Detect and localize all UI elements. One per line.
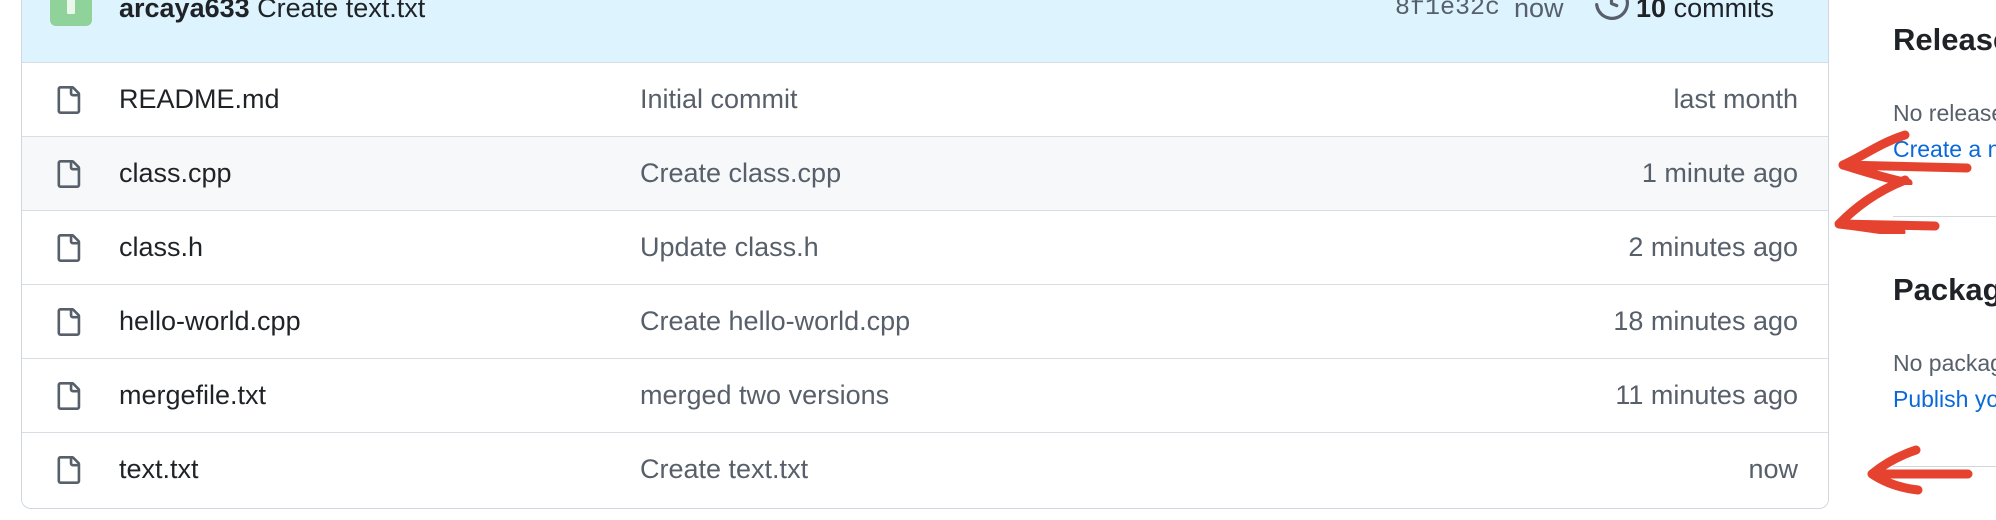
- file-icon: [57, 308, 81, 336]
- commit-author[interactable]: arcaya633: [119, 0, 250, 23]
- file-icon: [57, 382, 81, 410]
- file-commit-message[interactable]: merged two versions: [640, 359, 889, 431]
- packages-heading[interactable]: Packages: [1893, 272, 1996, 308]
- commits-link[interactable]: 10 commits: [1636, 0, 1775, 23]
- commit-message[interactable]: Create text.txt: [257, 0, 425, 23]
- repo-sidebar: Releases No releases published Create a …: [1893, 0, 1996, 520]
- file-age: 11 minutes ago: [1615, 380, 1798, 410]
- latest-commit-bar: arcaya633 Create text.txt 8f1e32c now 10…: [22, 0, 1828, 63]
- file-name[interactable]: mergefile.txt: [119, 359, 266, 431]
- releases-empty-text: No releases published: [1893, 100, 1996, 126]
- commits-label[interactable]: commits: [1674, 0, 1775, 23]
- file-name[interactable]: README.md: [119, 63, 280, 135]
- file-commit-message[interactable]: Create class.cpp: [640, 137, 841, 209]
- file-age: 1 minute ago: [1641, 158, 1798, 188]
- author-avatar[interactable]: [50, 0, 92, 26]
- file-age: last month: [1673, 84, 1798, 114]
- file-name[interactable]: class.cpp: [119, 137, 232, 209]
- file-name[interactable]: text.txt: [119, 433, 199, 505]
- commit-time: now: [1514, 0, 1564, 23]
- file-list: arcaya633 Create text.txt 8f1e32c now 10…: [21, 0, 1829, 509]
- file-age: 18 minutes ago: [1613, 306, 1798, 336]
- publish-package-link[interactable]: Publish your first package: [1893, 386, 1996, 413]
- file-name[interactable]: hello-world.cpp: [119, 285, 301, 357]
- red-arrow-icon: [1834, 175, 1940, 234]
- history-icon[interactable]: [1595, 0, 1629, 20]
- latest-commit-message[interactable]: arcaya633 Create text.txt: [119, 0, 425, 23]
- file-commit-message[interactable]: Create text.txt: [640, 433, 808, 505]
- file-row[interactable]: class.h Update class.h 2 minutes ago: [22, 210, 1828, 284]
- file-commit-message[interactable]: Create hello-world.cpp: [640, 285, 910, 357]
- commit-sha[interactable]: 8f1e32c: [1395, 0, 1500, 20]
- file-row[interactable]: mergefile.txt merged two versions 11 min…: [22, 358, 1828, 432]
- file-row[interactable]: text.txt Create text.txt now: [22, 432, 1828, 506]
- file-icon: [57, 234, 81, 262]
- file-age: now: [1748, 454, 1798, 484]
- file-commit-message[interactable]: Initial commit: [640, 63, 798, 135]
- red-arrow-icon: [1867, 445, 1973, 495]
- file-icon: [57, 456, 81, 484]
- file-age: 2 minutes ago: [1628, 232, 1798, 262]
- releases-heading[interactable]: Releases: [1893, 22, 1996, 58]
- file-row[interactable]: README.md Initial commit last month: [22, 62, 1828, 136]
- commits-count[interactable]: 10: [1636, 0, 1666, 23]
- file-row[interactable]: hello-world.cpp Create hello-world.cpp 1…: [22, 284, 1828, 358]
- packages-empty-text: No packages published: [1893, 350, 1996, 376]
- file-icon: [57, 160, 81, 188]
- file-icon: [57, 86, 81, 114]
- file-row[interactable]: class.cpp Create class.cpp 1 minute ago: [22, 136, 1828, 210]
- file-commit-message[interactable]: Update class.h: [640, 211, 819, 283]
- file-name[interactable]: class.h: [119, 211, 203, 283]
